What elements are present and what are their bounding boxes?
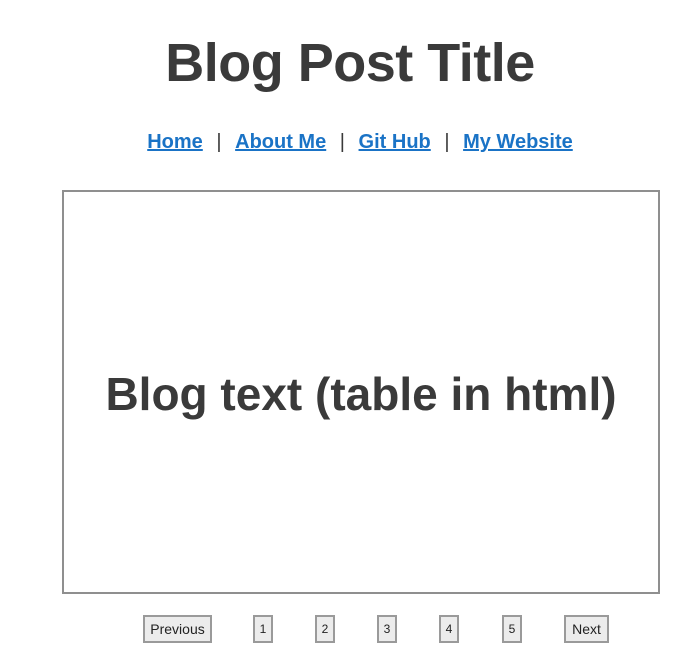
page-1-button[interactable]: 1	[253, 615, 273, 643]
nav-link-git-hub[interactable]: Git Hub	[359, 131, 431, 153]
page-2-button[interactable]: 2	[315, 615, 335, 643]
next-button[interactable]: Next	[564, 615, 609, 643]
page-4-button[interactable]: 4	[439, 615, 459, 643]
blog-content-box: Blog text (table in html)	[62, 190, 660, 594]
nav-separator: |	[216, 131, 222, 153]
nav-bar: Home | About Me | Git Hub | My Website	[0, 128, 680, 156]
nav-link-about-me[interactable]: About Me	[235, 131, 326, 153]
blog-content-text: Blog text (table in html)	[105, 368, 617, 420]
page-3-button[interactable]: 3	[377, 615, 397, 643]
pagination: Previous 1 2 3 4 5 Next	[0, 615, 680, 647]
nav-separator: |	[444, 131, 450, 153]
nav-link-home[interactable]: Home	[147, 131, 203, 153]
nav-link-my-website[interactable]: My Website	[463, 131, 573, 153]
page-title: Blog Post Title	[165, 33, 535, 93]
previous-button[interactable]: Previous	[143, 615, 212, 643]
page-5-button[interactable]: 5	[502, 615, 522, 643]
nav-separator: |	[339, 131, 345, 153]
